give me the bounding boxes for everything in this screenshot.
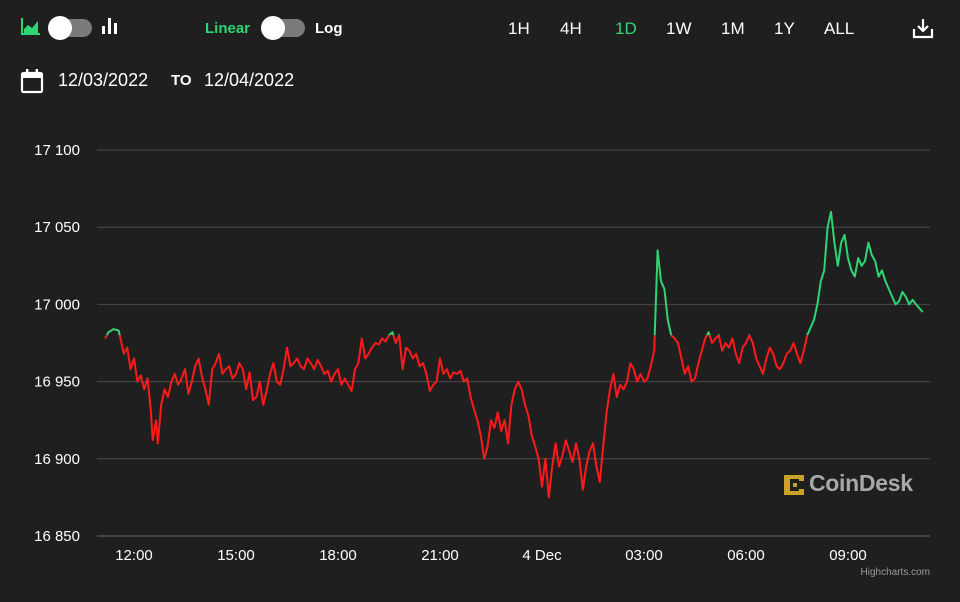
date-separator: TO <box>171 72 192 89</box>
y-axis-labels: 17 100 17 050 17 000 16 950 16 900 16 850 <box>34 142 80 545</box>
y-tick-label: 17 050 <box>34 219 80 236</box>
x-tick-label: 06:00 <box>727 547 765 564</box>
watermark-text: CoinDesk <box>809 470 913 496</box>
date-from[interactable]: 12/03/2022 <box>58 70 148 91</box>
price-line-below-threshold <box>104 335 809 499</box>
bar-chart-icon[interactable] <box>102 17 118 35</box>
scale-toggle[interactable] <box>261 16 305 40</box>
y-tick-label: 16 850 <box>34 528 80 545</box>
download-icon[interactable] <box>912 17 934 39</box>
price-line-above-threshold <box>105 210 924 336</box>
range-1d[interactable]: 1D <box>615 19 637 39</box>
toggle-knob <box>48 16 72 40</box>
range-all[interactable]: ALL <box>824 19 854 39</box>
range-4h[interactable]: 4H <box>560 19 582 39</box>
x-tick-label: 12:00 <box>115 547 153 564</box>
log-scale-label[interactable]: Log <box>315 20 343 37</box>
price-chart[interactable]: 17 100 17 050 17 000 16 950 16 900 16 850 12:… <box>0 120 960 580</box>
x-axis-labels: 12:00 15:00 18:00 21:00 4 Dec 03:00 06:00 09:00 <box>115 547 867 564</box>
x-tick-label: 21:00 <box>421 547 459 564</box>
x-tick-label: 09:00 <box>829 547 867 564</box>
y-tick-label: 17 000 <box>34 296 80 313</box>
calendar-icon[interactable] <box>20 68 44 94</box>
toolbar: Linear Log 1H 4H 1D 1W 1M 1Y ALL <box>0 0 960 60</box>
x-tick-label: 15:00 <box>217 547 255 564</box>
coindesk-logo-icon <box>784 475 804 495</box>
range-1y[interactable]: 1Y <box>774 19 795 39</box>
range-1m[interactable]: 1M <box>721 19 745 39</box>
x-tick-label: 03:00 <box>625 547 663 564</box>
chart-type-toggle[interactable] <box>48 16 92 40</box>
range-1h[interactable]: 1H <box>508 19 530 39</box>
y-tick-label: 16 950 <box>34 374 80 391</box>
highcharts-credit[interactable]: Highcharts.com <box>861 567 930 578</box>
toggle-knob <box>261 16 285 40</box>
linear-scale-label[interactable]: Linear <box>205 20 250 37</box>
date-to[interactable]: 12/04/2022 <box>204 70 294 91</box>
x-tick-label: 4 Dec <box>522 547 562 564</box>
y-tick-label: 17 100 <box>34 142 80 159</box>
y-tick-label: 16 900 <box>34 451 80 468</box>
range-1w[interactable]: 1W <box>666 19 692 39</box>
area-chart-icon[interactable] <box>21 17 41 35</box>
x-tick-label: 18:00 <box>319 547 357 564</box>
